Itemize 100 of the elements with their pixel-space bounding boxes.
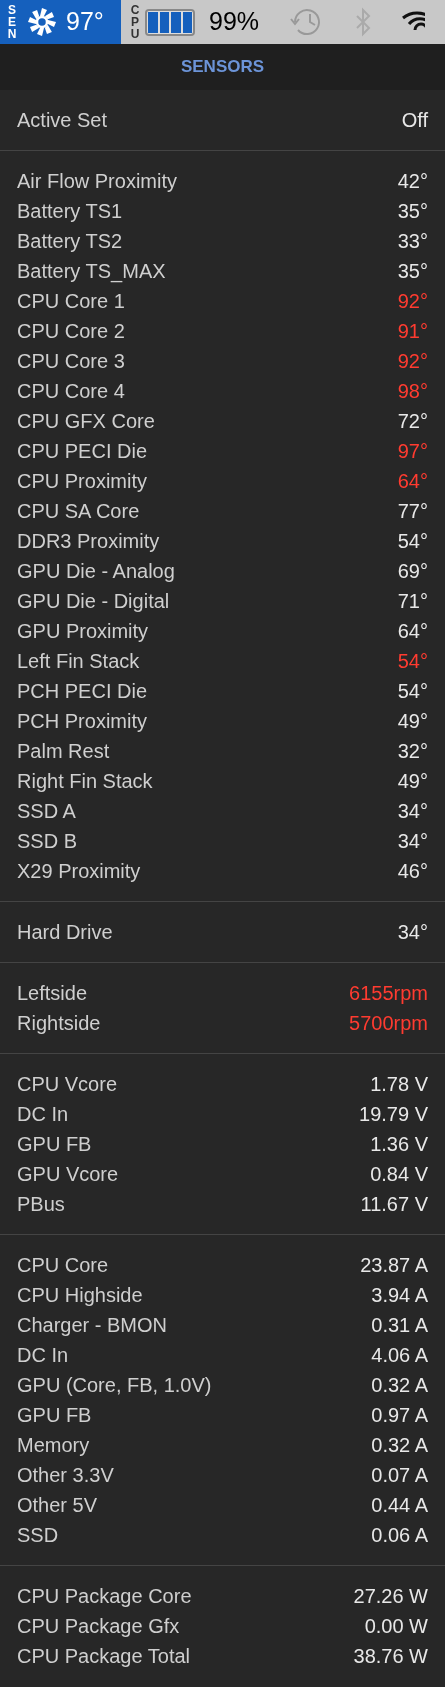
sensor-label: SSD	[17, 1523, 59, 1548]
sensor-value: 34°	[397, 829, 428, 854]
sensor-value: 54°	[397, 679, 428, 704]
sensor-value: 0.31 A	[371, 1313, 428, 1338]
sensor-label: CPU Core 1	[17, 289, 125, 314]
sensor-value: 34°	[397, 920, 428, 945]
cpu-meter	[145, 8, 195, 36]
sensor-value: 0.07 A	[371, 1463, 428, 1488]
sensor-value: 35°	[397, 199, 428, 224]
cpu-label: CPU	[129, 4, 141, 40]
sensor-label: GPU Proximity	[17, 619, 149, 644]
sensor-label: Battery TS1	[17, 199, 123, 224]
sensor-label: Left Fin Stack	[17, 649, 140, 674]
sensor-value: 11.67 V	[360, 1192, 428, 1217]
sensor-value: 1.36 V	[370, 1132, 428, 1157]
battery-percentage: 99%	[209, 6, 260, 38]
sensor-label: CPU SA Core	[17, 499, 140, 524]
sensor-label: Active Set	[17, 108, 108, 133]
sensor-label: GPU Die - Analog	[17, 559, 175, 584]
sensor-value: 0.44 A	[371, 1493, 428, 1518]
sensor-label: PBus	[17, 1192, 65, 1217]
sensor-value: 3.94 A	[371, 1283, 428, 1308]
sensor-label: Palm Rest	[17, 739, 110, 764]
sensor-label: Memory	[17, 1433, 90, 1458]
sensor-label: CPU Core	[17, 1253, 109, 1278]
sensor-value: 0.00 W	[364, 1614, 428, 1639]
sensor-value: 97°	[397, 439, 428, 464]
sensor-label: CPU Core 4	[17, 379, 125, 404]
sensor-label: GPU FB	[17, 1403, 92, 1428]
sensor-label: Battery TS_MAX	[17, 259, 166, 285]
sensor-label: Other 3.3V	[17, 1463, 114, 1488]
sensor-label: Charger - BMON	[17, 1313, 168, 1338]
sensor-label: Rightside	[17, 1011, 101, 1036]
sensor-value: 33°	[397, 229, 428, 254]
sensor-value: 34°	[397, 799, 428, 824]
sensor-label: CPU Core 3	[17, 349, 125, 374]
sensor-value: 46°	[397, 859, 428, 884]
sensor-value: 27.26 W	[353, 1584, 428, 1609]
header-title: SENSORS	[180, 56, 265, 79]
sen-label: SEN	[6, 4, 18, 40]
sensor-value: 1.78 V	[370, 1072, 428, 1097]
sensor-value: 6155rpm	[349, 981, 428, 1006]
sensor-label: GPU FB	[17, 1132, 92, 1157]
sensor-value: 54°	[397, 649, 428, 674]
sensor-value: 98°	[397, 379, 428, 404]
sensor-label: CPU Highside	[17, 1283, 143, 1308]
sensor-value: 42°	[397, 169, 428, 194]
sensor-value: 72°	[397, 409, 428, 434]
sensor-label: CPU Package Gfx	[17, 1614, 180, 1639]
sensor-value: Off	[401, 108, 428, 133]
sensor-value: 64°	[397, 469, 428, 494]
sensor-label: Battery TS2	[17, 229, 123, 254]
sensor-value: 91°	[397, 319, 428, 344]
sensor-value: 23.87 A	[360, 1253, 428, 1278]
sensor-label: GPU (Core, FB, 1.0V)	[17, 1373, 212, 1398]
bluetooth-icon[interactable]	[355, 7, 372, 37]
sensor-value: 0.84 V	[370, 1162, 428, 1187]
sensor-value: 71°	[397, 589, 428, 614]
fan-icon	[26, 6, 58, 38]
sensor-label: PCH Proximity	[17, 709, 147, 734]
sensor-value: 19.79 V	[359, 1102, 428, 1127]
sensor-value: 0.06 A	[371, 1523, 428, 1548]
sensor-label: CPU Vcore	[17, 1072, 118, 1097]
sensor-label: CPU Package Total	[17, 1644, 191, 1669]
sensor-label: Air Flow Proximity	[17, 169, 177, 194]
sensor-value: 4.06 A	[371, 1343, 428, 1368]
sensor-value: 5700rpm	[349, 1011, 428, 1036]
sensor-value: 0.32 A	[371, 1433, 428, 1458]
sensor-label: DC In	[17, 1343, 69, 1368]
sensor-value: 92°	[397, 349, 428, 374]
sensor-value: 49°	[397, 709, 428, 734]
sensor-value: 64°	[397, 619, 428, 644]
sensor-value: 32°	[397, 739, 428, 764]
sensor-value: 0.32 A	[371, 1373, 428, 1398]
sensor-label: GPU Vcore	[17, 1162, 119, 1187]
sensor-label: CPU PECI Die	[17, 439, 148, 464]
sensor-label: CPU Core 2	[17, 319, 125, 344]
sensor-label: CPU Proximity	[17, 469, 147, 494]
sensor-label: Hard Drive	[17, 920, 113, 945]
sensor-value: 92°	[397, 289, 428, 314]
sensor-label: Leftside	[17, 981, 88, 1006]
sensor-label: PCH PECI Die	[17, 679, 148, 704]
sensor-value: 69°	[397, 559, 428, 584]
sensor-label: DC In	[17, 1102, 69, 1127]
sensor-label: X29 Proximity	[17, 859, 141, 884]
sensor-label: SSD B	[17, 829, 78, 854]
sensor-label: Right Fin Stack	[17, 769, 153, 794]
sensor-value: 77°	[397, 499, 428, 524]
sensor-value: 54°	[397, 529, 428, 554]
sensor-value: 35°	[397, 259, 428, 284]
sensor-label: Other 5V	[17, 1493, 98, 1518]
sensor-value: 0.97 A	[371, 1403, 428, 1428]
sensor-label: SSD A	[17, 799, 76, 824]
sensor-label: CPU GFX Core	[17, 409, 155, 434]
sensor-value: 49°	[397, 769, 428, 794]
sensor-label: GPU Die - Digital	[17, 589, 170, 614]
temperature-reading: 97°	[66, 6, 104, 38]
sensor-label: DDR3 Proximity	[17, 529, 160, 554]
sensor-label: CPU Package Core	[17, 1584, 192, 1609]
sensor-value: 38.76 W	[353, 1644, 428, 1669]
